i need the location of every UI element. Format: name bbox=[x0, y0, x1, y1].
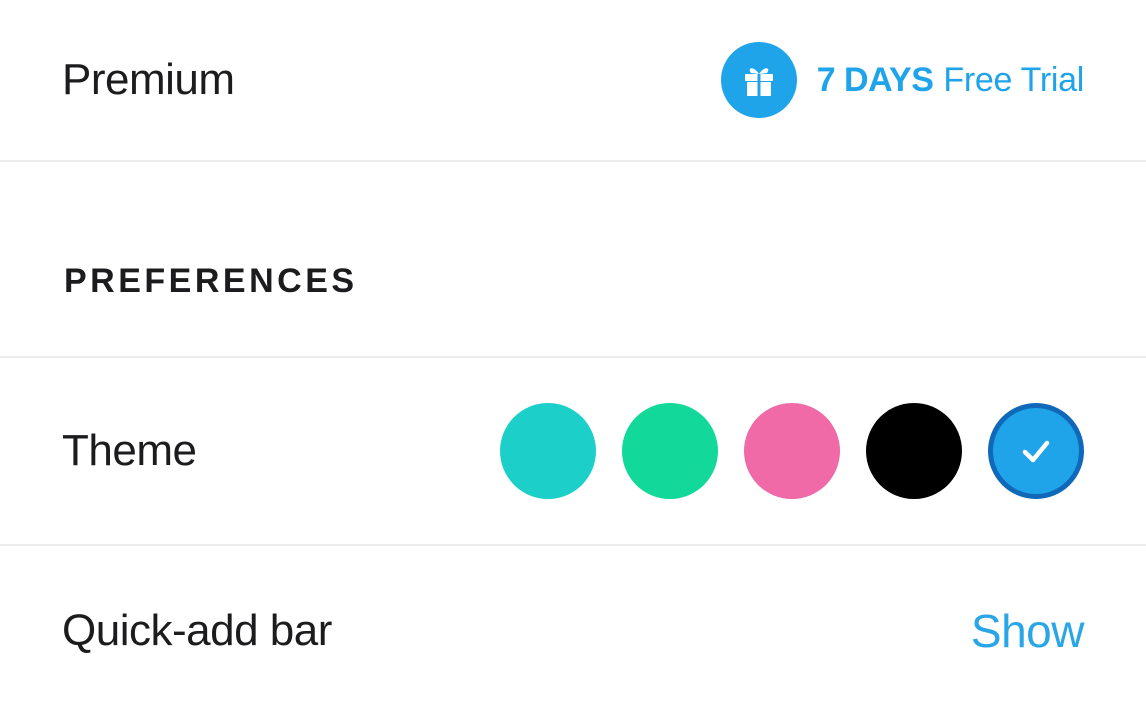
premium-label: Premium bbox=[62, 55, 235, 104]
theme-swatch-black[interactable] bbox=[866, 403, 962, 499]
free-trial-text: Free Trial bbox=[943, 60, 1084, 99]
divider bbox=[0, 160, 1146, 162]
theme-row: Theme bbox=[0, 358, 1146, 544]
theme-label: Theme bbox=[62, 426, 197, 475]
theme-swatches bbox=[500, 403, 1084, 499]
theme-swatch-teal[interactable] bbox=[500, 403, 596, 499]
settings-screen: Premium 7 DAYS Free Trial PREFERENCES Th… bbox=[0, 0, 1146, 716]
checkmark-icon bbox=[1022, 440, 1050, 463]
quick-add-bar-label: Quick-add bar bbox=[62, 606, 332, 655]
theme-swatch-pink[interactable] bbox=[744, 403, 840, 499]
quick-add-bar-row[interactable]: Quick-add bar Show bbox=[0, 546, 1146, 716]
free-trial-offer[interactable]: 7 DAYS Free Trial bbox=[720, 42, 1084, 118]
preferences-section-header: PREFERENCES bbox=[64, 262, 358, 300]
gift-icon bbox=[720, 42, 797, 118]
quick-add-bar-value[interactable]: Show bbox=[971, 604, 1085, 658]
theme-swatch-blue[interactable] bbox=[988, 403, 1084, 499]
premium-row[interactable]: Premium 7 DAYS Free Trial bbox=[0, 0, 1146, 160]
trial-days-text: 7 DAYS bbox=[816, 60, 934, 99]
theme-swatch-green[interactable] bbox=[622, 403, 718, 499]
